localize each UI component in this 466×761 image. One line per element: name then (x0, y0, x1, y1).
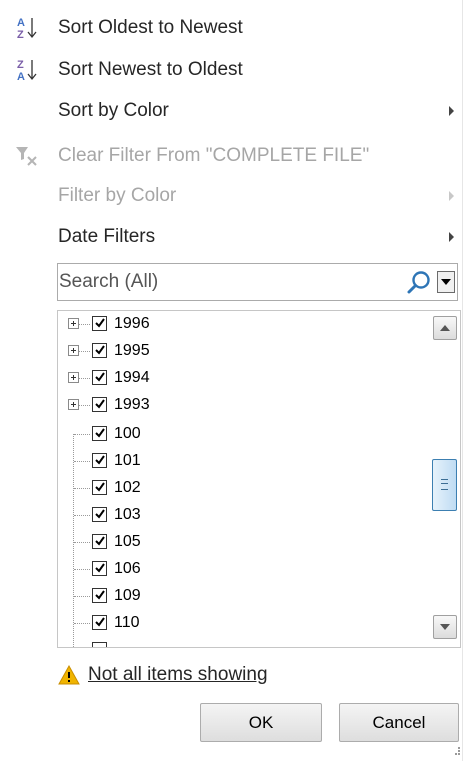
submenu-arrow-icon (449, 106, 454, 116)
tree-row-label: 102 (114, 479, 141, 496)
tree-row-label: 110 (114, 614, 140, 631)
checkbox-checked[interactable] (92, 343, 107, 358)
panel-edge (462, 0, 463, 761)
svg-text:Z: Z (17, 59, 24, 71)
svg-text:A: A (17, 71, 25, 83)
menu-sort-by-color[interactable]: Sort by Color (0, 91, 466, 131)
tree-connector (74, 515, 90, 516)
checkbox-checked[interactable] (92, 370, 107, 385)
tree-row-item[interactable]: 109 (58, 583, 428, 610)
tree-row-item-partial[interactable] (58, 637, 428, 647)
tree-connector (74, 569, 90, 570)
tree-connector (79, 405, 90, 406)
tree-connector (74, 596, 90, 597)
menu-date-filters[interactable]: Date Filters (0, 217, 466, 257)
checkbox-checked[interactable] (92, 534, 107, 549)
menu-filter-by-color-label: Filter by Color (58, 185, 177, 206)
tree-row-label: 1996 (114, 315, 150, 332)
tree-connector (79, 324, 90, 325)
svg-text:Z: Z (17, 29, 24, 41)
tree-row-item[interactable]: 103 (58, 502, 428, 529)
search-dropdown-button[interactable] (437, 271, 455, 293)
not-all-items-link[interactable]: Not all items showing (88, 664, 268, 686)
tree-row-item[interactable]: 106 (58, 556, 428, 583)
filter-value-tree: 1996 1995 1994 1993 100 101 102 103 105 … (57, 310, 461, 648)
menu-sort-oldest-label: Sort Oldest to Newest (58, 17, 243, 38)
svg-text:A: A (17, 17, 25, 29)
tree-row-item[interactable]: 101 (58, 448, 428, 475)
tree-row-year[interactable]: 1994 (58, 365, 428, 392)
tree-connector (74, 488, 90, 489)
expand-icon[interactable] (68, 372, 79, 383)
tree-row-label: 1995 (114, 342, 150, 359)
menu-clear-filter[interactable]: Clear Filter From "COMPLETE FILE" (0, 136, 466, 176)
tree-row-label: 101 (114, 452, 141, 469)
cancel-button[interactable]: Cancel (339, 703, 459, 742)
scroll-thumb[interactable] (432, 459, 457, 511)
tree-row-item[interactable]: 105 (58, 529, 428, 556)
menu-sort-oldest-to-newest[interactable]: A Z Sort Oldest to Newest (0, 8, 466, 48)
autofilter-dropdown: A Z Sort Oldest to Newest Z A Sort Newes… (0, 0, 466, 761)
tree-row-label: 106 (114, 560, 141, 577)
scroll-up-button[interactable] (433, 316, 457, 340)
menu-clear-filter-label: Clear Filter From "COMPLETE FILE" (58, 145, 370, 166)
expand-icon[interactable] (68, 345, 79, 356)
tree-row-year[interactable]: 1996 (58, 311, 428, 338)
resize-grip-icon[interactable] (452, 747, 460, 755)
checkbox-checked[interactable] (92, 588, 107, 603)
checkbox-checked[interactable] (92, 397, 107, 412)
search-icon[interactable] (405, 269, 433, 297)
clear-filter-icon (14, 143, 40, 169)
tree-row-label: 103 (114, 506, 141, 523)
tree-connector (74, 542, 90, 543)
warning-icon (58, 665, 80, 685)
tree-row-item[interactable]: 102 (58, 475, 428, 502)
tree-connector (74, 461, 90, 462)
sort-descending-icon: Z A (14, 57, 40, 83)
checkbox-checked[interactable] (92, 561, 107, 576)
menu-date-filters-label: Date Filters (58, 226, 156, 247)
tree-row-year[interactable]: 1993 (58, 392, 428, 419)
menu-sort-newest-to-oldest[interactable]: Z A Sort Newest to Oldest (0, 50, 466, 90)
submenu-arrow-icon (449, 191, 454, 201)
tree-connector (79, 378, 90, 379)
tree-row-label: 1993 (114, 396, 150, 413)
checkbox-checked[interactable] (92, 453, 107, 468)
tree-row-label: 1994 (114, 369, 150, 386)
vertical-scrollbar[interactable] (428, 311, 460, 647)
not-all-items-warning[interactable]: Not all items showing (58, 662, 268, 688)
checkbox-checked[interactable] (92, 480, 107, 495)
checkbox-checked[interactable] (92, 316, 107, 331)
tree-row-year[interactable]: 1995 (58, 338, 428, 365)
tree-connector (74, 623, 90, 624)
tree-connector (79, 351, 90, 352)
tree-row-label: 100 (114, 425, 141, 442)
expand-icon[interactable] (68, 399, 79, 410)
submenu-arrow-icon (449, 232, 454, 242)
menu-sort-newest-label: Sort Newest to Oldest (58, 59, 243, 80)
sort-ascending-icon: A Z (14, 15, 40, 41)
menu-filter-by-color[interactable]: Filter by Color (0, 176, 466, 216)
tree-row-label: 105 (114, 533, 141, 550)
search-box (57, 263, 458, 301)
tree-row-label: 109 (114, 587, 141, 604)
expand-icon[interactable] (68, 318, 79, 329)
search-input[interactable] (59, 265, 399, 299)
checkbox-checked[interactable] (92, 426, 107, 441)
checkbox-partial[interactable] (92, 642, 107, 647)
checkbox-checked[interactable] (92, 507, 107, 522)
tree-row-item[interactable]: 100 (58, 421, 428, 448)
scroll-down-button[interactable] (433, 615, 457, 639)
menu-sort-by-color-label: Sort by Color (58, 100, 169, 121)
tree-row-item[interactable]: 110 (58, 610, 428, 637)
ok-button[interactable]: OK (200, 703, 322, 742)
tree-connector (74, 434, 90, 435)
checkbox-checked[interactable] (92, 615, 107, 630)
